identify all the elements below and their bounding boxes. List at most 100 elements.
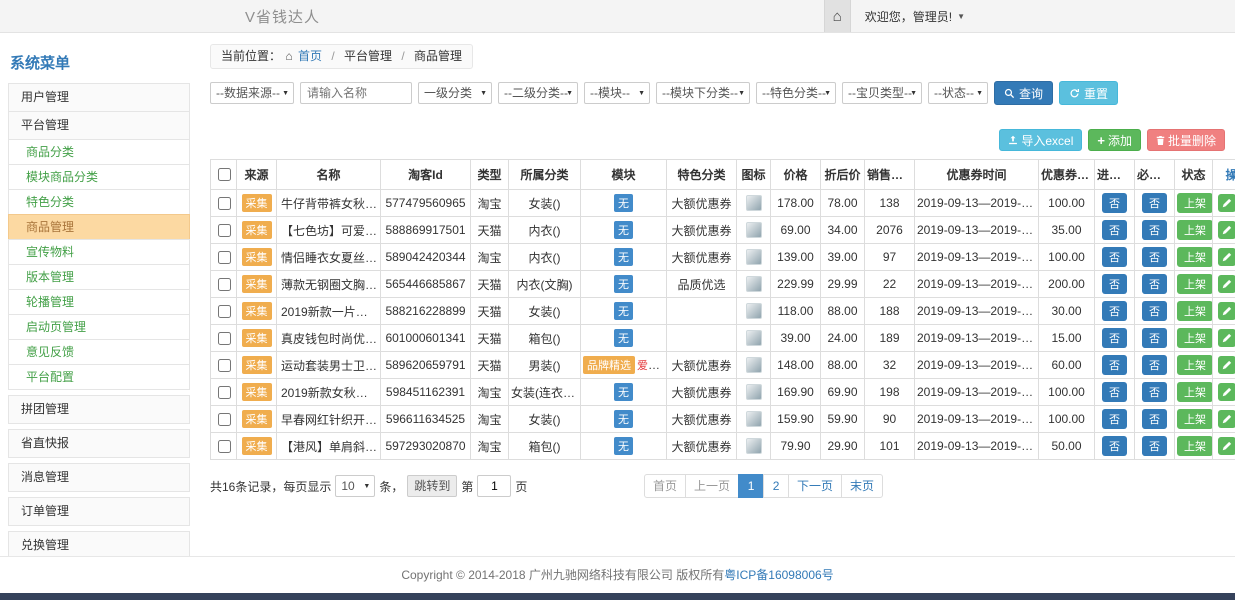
sidebar-item[interactable]: 商品管理 xyxy=(8,214,190,240)
row-checkbox[interactable] xyxy=(218,224,231,237)
sidebar-item[interactable]: 平台管理 xyxy=(8,111,190,140)
status-button[interactable]: 上架 xyxy=(1177,193,1213,213)
sidebar-item[interactable]: 启动页管理 xyxy=(8,314,190,340)
import-select-toggle[interactable]: 否 xyxy=(1102,382,1127,402)
row-checkbox[interactable] xyxy=(218,251,231,264)
edit-button[interactable] xyxy=(1218,383,1235,401)
edit-button[interactable] xyxy=(1218,329,1235,347)
page-button[interactable]: 下一页 xyxy=(788,474,842,498)
status-button[interactable]: 上架 xyxy=(1177,247,1213,267)
must-buy-toggle[interactable]: 否 xyxy=(1142,274,1167,294)
page-button[interactable]: 1 xyxy=(738,474,764,498)
import-select-toggle[interactable]: 否 xyxy=(1102,328,1127,348)
filter-select[interactable]: 一级分类▼ xyxy=(418,82,492,104)
filter-select[interactable]: --特色分类--▼ xyxy=(756,82,836,104)
row-checkbox[interactable] xyxy=(218,197,231,210)
page-button[interactable]: 2 xyxy=(763,474,789,498)
must-buy-cell: 否 xyxy=(1135,406,1175,433)
row-checkbox[interactable] xyxy=(218,440,231,453)
home-icon: ⌂ xyxy=(833,8,842,25)
status-button[interactable]: 上架 xyxy=(1177,436,1213,456)
sidebar-item[interactable]: 订单管理 xyxy=(8,497,190,526)
page-button[interactable]: 末页 xyxy=(841,474,883,498)
filter-select[interactable]: --宝贝类型--▼ xyxy=(842,82,922,104)
must-buy-toggle[interactable]: 否 xyxy=(1142,436,1167,456)
import-select-toggle[interactable]: 否 xyxy=(1102,274,1127,294)
sidebar-item[interactable]: 拼团管理 xyxy=(8,395,190,424)
sidebar-item[interactable]: 特色分类 xyxy=(8,189,190,215)
filter-select[interactable]: --模块下分类--▼ xyxy=(656,82,750,104)
query-button[interactable]: 查询 xyxy=(994,81,1053,105)
import-select-toggle[interactable]: 否 xyxy=(1102,247,1127,267)
filter-select-source[interactable]: --数据来源--▼ xyxy=(210,82,294,104)
row-checkbox[interactable] xyxy=(218,305,231,318)
sidebar-item[interactable]: 商品分类 xyxy=(8,139,190,165)
row-checkbox[interactable] xyxy=(218,278,231,291)
home-button[interactable]: ⌂ xyxy=(824,0,851,32)
status-button[interactable]: 上架 xyxy=(1177,301,1213,321)
status-button[interactable]: 上架 xyxy=(1177,274,1213,294)
filter-select[interactable]: --状态--▼ xyxy=(928,82,988,104)
per-page-select[interactable]: 10 ▼ xyxy=(335,475,375,497)
sidebar-item[interactable]: 意见反馈 xyxy=(8,339,190,365)
import-select-toggle[interactable]: 否 xyxy=(1102,355,1127,375)
must-buy-toggle[interactable]: 否 xyxy=(1142,193,1167,213)
must-buy-toggle[interactable]: 否 xyxy=(1142,301,1167,321)
must-buy-toggle[interactable]: 否 xyxy=(1142,382,1167,402)
user-menu[interactable]: 欢迎您，管理员! ▼ xyxy=(865,8,965,25)
must-buy-toggle[interactable]: 否 xyxy=(1142,409,1167,429)
must-buy-toggle[interactable]: 否 xyxy=(1142,355,1167,375)
sidebar-item[interactable]: 版本管理 xyxy=(8,264,190,290)
sidebar-item[interactable]: 消息管理 xyxy=(8,463,190,492)
price-cell: 169.90 xyxy=(771,379,821,406)
must-buy-toggle[interactable]: 否 xyxy=(1142,328,1167,348)
edit-button[interactable] xyxy=(1218,410,1235,428)
operations-cell xyxy=(1213,325,1235,352)
import-select-toggle[interactable]: 否 xyxy=(1102,436,1127,456)
select-all-checkbox[interactable] xyxy=(218,168,231,181)
must-buy-toggle[interactable]: 否 xyxy=(1142,220,1167,240)
edit-button[interactable] xyxy=(1218,302,1235,320)
must-buy-toggle[interactable]: 否 xyxy=(1142,247,1167,267)
icp-link[interactable]: 粤ICP备16098006号 xyxy=(724,568,833,582)
table-row: 采集真皮钱包时尚优雅女士...601000601341天猫箱包()无39.002… xyxy=(211,325,1235,352)
filter-select[interactable]: --二级分类--▼ xyxy=(498,82,578,104)
import-select-toggle[interactable]: 否 xyxy=(1102,301,1127,321)
import-select-toggle[interactable]: 否 xyxy=(1102,220,1127,240)
breadcrumb-home-link[interactable]: 首页 xyxy=(298,49,322,63)
page-button[interactable]: 首页 xyxy=(644,474,686,498)
sidebar-item[interactable]: 模块商品分类 xyxy=(8,164,190,190)
row-checkbox[interactable] xyxy=(218,332,231,345)
status-button[interactable]: 上架 xyxy=(1177,409,1213,429)
status-button[interactable]: 上架 xyxy=(1177,355,1213,375)
sidebar-item[interactable]: 轮播管理 xyxy=(8,289,190,315)
status-button[interactable]: 上架 xyxy=(1177,220,1213,240)
edit-button[interactable] xyxy=(1218,275,1235,293)
import-select-toggle[interactable]: 否 xyxy=(1102,409,1127,429)
name-search-input[interactable] xyxy=(300,82,412,104)
reset-button[interactable]: 重置 xyxy=(1059,81,1118,105)
batch-delete-button[interactable]: 批量删除 xyxy=(1147,129,1225,151)
edit-button[interactable] xyxy=(1218,356,1235,374)
edit-button[interactable] xyxy=(1218,248,1235,266)
page-button[interactable]: 上一页 xyxy=(685,474,739,498)
edit-button[interactable] xyxy=(1218,437,1235,455)
sidebar-item[interactable]: 平台配置 xyxy=(8,364,190,390)
row-checkbox[interactable] xyxy=(218,359,231,372)
edit-button[interactable] xyxy=(1218,221,1235,239)
row-checkbox[interactable] xyxy=(218,386,231,399)
page-number-input[interactable] xyxy=(477,475,511,497)
sidebar-item[interactable]: 省直快报 xyxy=(8,429,190,458)
edit-button[interactable] xyxy=(1218,194,1235,212)
import-excel-button[interactable]: 导入excel xyxy=(999,129,1082,151)
filter-select[interactable]: --模块--▼ xyxy=(584,82,650,104)
status-button[interactable]: 上架 xyxy=(1177,328,1213,348)
add-button[interactable]: + 添加 xyxy=(1088,129,1141,151)
row-checkbox[interactable] xyxy=(218,413,231,426)
breadcrumb-level1[interactable]: 平台管理 xyxy=(344,49,392,63)
status-button[interactable]: 上架 xyxy=(1177,382,1213,402)
sidebar-item[interactable]: 宣传物料 xyxy=(8,239,190,265)
import-select-toggle[interactable]: 否 xyxy=(1102,193,1127,213)
sidebar-item[interactable]: 用户管理 xyxy=(8,83,190,112)
jump-to-button[interactable]: 跳转到 xyxy=(407,475,457,497)
